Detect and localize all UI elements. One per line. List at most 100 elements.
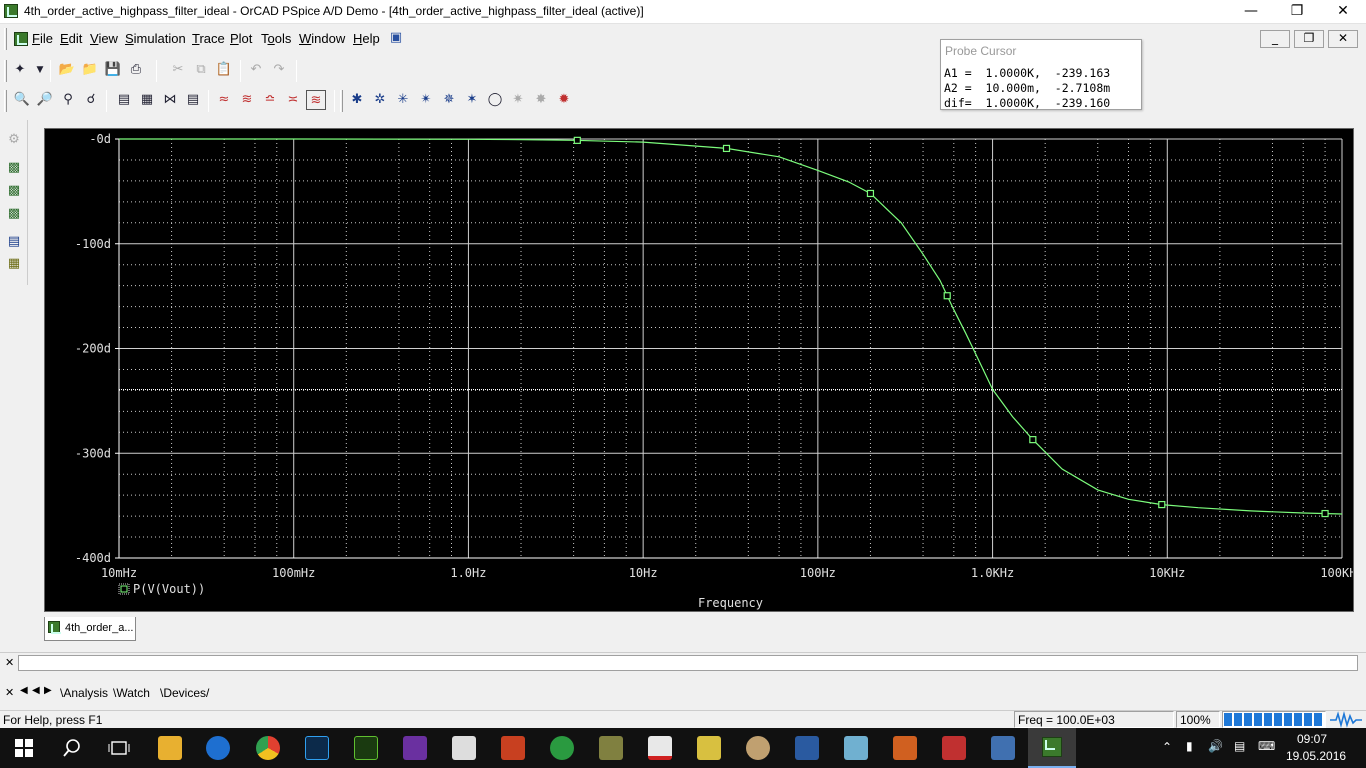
store-icon[interactable] <box>452 736 476 760</box>
cursor-trough-icon[interactable]: ✲ <box>370 90 390 110</box>
cursor-peak-icon[interactable]: ✱ <box>347 90 367 110</box>
tab-watch[interactable]: \Watch <box>113 686 150 700</box>
cut-icon[interactable]: ✂ <box>168 60 188 80</box>
document-icon[interactable] <box>14 32 28 46</box>
cursor-max-icon[interactable]: ✵ <box>439 90 459 110</box>
cursor-slope-icon[interactable]: ✳ <box>393 90 413 110</box>
cursor-min-icon[interactable]: ✴ <box>416 90 436 110</box>
task-view-icon[interactable] <box>108 738 130 758</box>
capture-app-icon[interactable] <box>599 736 623 760</box>
pspice-taskbar-button[interactable] <box>1028 728 1076 768</box>
print-icon[interactable]: ⎙ <box>126 60 146 80</box>
new-dropdown-icon[interactable]: ▼ <box>30 60 50 80</box>
menu-view[interactable]: View <box>90 31 118 46</box>
pspice-app-icon[interactable] <box>4 4 18 18</box>
edge-icon[interactable] <box>206 736 230 760</box>
document-tab[interactable]: 4th_order_a... <box>44 617 136 641</box>
powerpoint-icon[interactable] <box>501 736 525 760</box>
tab-analysis[interactable]: \Analysis <box>60 686 108 700</box>
matlab-icon[interactable] <box>893 736 917 760</box>
probe-cursor-window[interactable]: Probe Cursor A1 = 1.0000K, -239.163 A2 =… <box>940 39 1142 110</box>
close-button[interactable]: ✕ <box>1320 0 1366 24</box>
menu-window[interactable]: Window <box>299 31 345 46</box>
command-input[interactable] <box>18 655 1358 671</box>
zoom-in-icon[interactable]: 🔍 <box>12 90 32 110</box>
cursor-search-icon[interactable]: ◯ <box>485 90 505 110</box>
menu-help[interactable]: Help <box>353 31 380 46</box>
save-icon[interactable]: 💾 <box>103 60 123 80</box>
performance-analysis-icon[interactable]: ⋈ <box>160 90 180 110</box>
tray-expand-icon[interactable]: ⌃ <box>1162 740 1172 754</box>
photoshop-icon[interactable] <box>305 736 329 760</box>
mdi-restore-button[interactable]: ❐ <box>1294 30 1324 48</box>
menu-simulation[interactable]: Simulation <box>125 31 186 46</box>
toggle-cursor-icon[interactable]: ≋ <box>306 90 326 110</box>
cursor-point-icon[interactable]: ✶ <box>462 90 482 110</box>
menu-file[interactable]: File <box>32 31 53 46</box>
eval-goal-icon[interactable]: ≋ <box>237 90 257 110</box>
menu-tools[interactable]: Tools <box>261 31 291 46</box>
tab-scroll-next-icon[interactable]: ▶ <box>44 685 52 696</box>
menubar-grip[interactable] <box>4 28 7 50</box>
menu-trace[interactable]: Trace <box>192 31 225 46</box>
view-simulation-results-icon[interactable]: ▩ <box>4 181 24 201</box>
redo-icon[interactable]: ↷ <box>269 60 289 80</box>
open-icon[interactable]: 📂 <box>57 60 77 80</box>
notification-icon[interactable]: ▤ <box>1234 739 1245 753</box>
clock-date[interactable]: 19.05.2016 <box>1286 749 1346 763</box>
eraser-app-icon[interactable] <box>844 736 868 760</box>
zoom-fit-icon[interactable]: ☌ <box>81 90 101 110</box>
toolbar-grip[interactable] <box>4 90 7 112</box>
menu-edit[interactable]: Edit <box>60 31 82 46</box>
view-output-file-icon[interactable]: ▩ <box>4 204 24 224</box>
phase-plot[interactable]: -0d -100d -200d -300d -400d10mHz 100mHz 1.0Hz 1… <box>45 129 1364 611</box>
volume-icon[interactable]: 🔊 <box>1208 739 1223 753</box>
toolbar-grip[interactable] <box>4 60 7 82</box>
network-app-icon[interactable] <box>991 736 1015 760</box>
add-trace-icon[interactable]: ≈ <box>214 90 234 110</box>
cursor-next-transition-icon[interactable]: ✷ <box>508 90 528 110</box>
paste-icon[interactable]: 📋 <box>214 60 234 80</box>
notes-app-icon[interactable] <box>697 736 721 760</box>
start-icon[interactable] <box>14 738 34 758</box>
menu-plot[interactable]: Plot <box>230 31 252 46</box>
tab-scroll-first-icon[interactable]: ◀ <box>20 685 28 696</box>
display-netlist-icon[interactable]: ▦ <box>4 254 24 274</box>
fourier-icon[interactable]: ▦ <box>137 90 157 110</box>
file-explorer-icon[interactable] <box>158 736 182 760</box>
tab-scroll-prev-icon[interactable]: ◀ <box>32 685 40 696</box>
undo-icon[interactable]: ↶ <box>246 60 266 80</box>
sync-app-icon[interactable] <box>550 736 574 760</box>
search-icon[interactable] <box>62 738 82 758</box>
mark-label-icon[interactable]: ≍ <box>283 90 303 110</box>
tab-devices[interactable]: \Devices/ <box>160 686 209 700</box>
run-icon[interactable]: ⚙ <box>4 130 24 150</box>
word-icon[interactable] <box>795 736 819 760</box>
clock-time[interactable]: 09:07 <box>1297 732 1327 746</box>
close-output-icon[interactable]: ✕ <box>5 686 14 699</box>
tool-app-icon[interactable] <box>942 736 966 760</box>
zoom-out-icon[interactable]: 🔎 <box>35 90 55 110</box>
minimize-button[interactable]: — <box>1228 0 1274 24</box>
open-recent-icon[interactable]: 📁 <box>80 60 100 80</box>
log-y-axis-icon[interactable]: ▤ <box>183 90 203 110</box>
power-icon[interactable]: ▮ <box>1186 739 1193 753</box>
plot-window[interactable]: -0d -100d -200d -300d -400d 10mHz 100mHz 1.0Hz 1… <box>44 128 1364 612</box>
close-command-icon[interactable]: ✕ <box>5 656 14 669</box>
dreamweaver-icon[interactable] <box>354 736 378 760</box>
context-help-icon[interactable]: ▣ <box>386 28 406 48</box>
copy-icon[interactable]: ⧉ <box>191 60 211 80</box>
cursor-prev-transition-icon[interactable]: ✸ <box>531 90 551 110</box>
acrobat-icon[interactable] <box>648 736 672 760</box>
simulation-settings-icon[interactable]: ▩ <box>4 158 24 178</box>
mdi-minimize-button[interactable]: _ <box>1260 30 1290 48</box>
add-plot-icon[interactable]: ≏ <box>260 90 280 110</box>
toolbar-grip[interactable] <box>340 90 343 112</box>
mark-data-points-icon[interactable]: ✹ <box>554 90 574 110</box>
new-icon[interactable]: ✦ <box>10 60 30 80</box>
visual-studio-icon[interactable] <box>403 736 427 760</box>
edit-profile-icon[interactable]: ▤ <box>4 232 24 252</box>
chrome-icon[interactable] <box>256 736 280 760</box>
keyboard-icon[interactable]: ⌨ <box>1258 739 1275 753</box>
log-x-axis-icon[interactable]: ▤ <box>114 90 134 110</box>
